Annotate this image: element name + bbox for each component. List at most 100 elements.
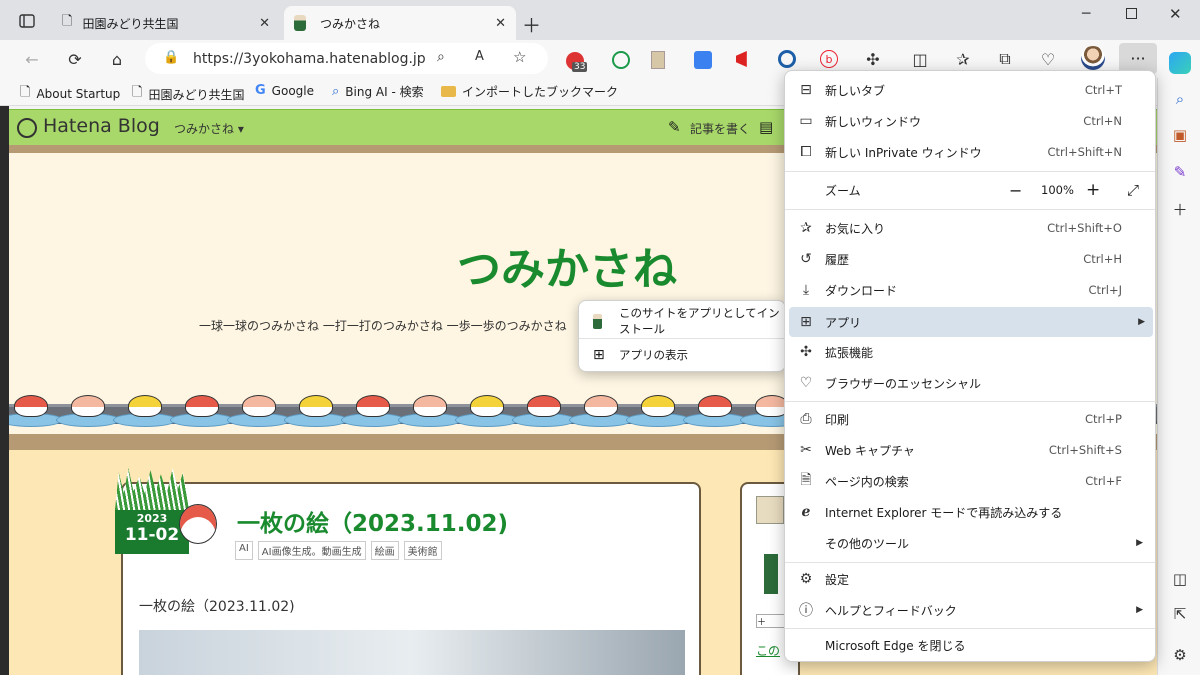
zoom-value: 100% [1041,183,1074,197]
search-icon: ⌕ [332,84,340,99]
menu-help-feedback[interactable]: ⓘ ヘルプとフィードバック ▶ [785,595,1155,625]
bookmark-item[interactable]: 🗋 田園みどり共生国 [132,83,244,105]
menu-history[interactable]: ↺ 履歴 Ctrl+H [785,244,1155,274]
bookmark-item[interactable]: インポートしたブックマーク [441,83,618,100]
tab-2[interactable]: つみかさね ✕ [284,6,516,40]
menu-apps[interactable]: ⊞ アプリ ▶ [789,307,1153,337]
close-icon[interactable]: ✕ [259,16,270,31]
menu-ie-mode[interactable]: ℯ Internet Explorer モードで再読み込みする [785,497,1155,527]
tag[interactable]: AI画像生成。動画生成 [257,541,366,560]
find-icon: 🗎 [800,472,812,488]
zoom-icon[interactable]: ⌕ [437,49,445,65]
close-window-button[interactable]: ✕ [1169,5,1182,23]
fullscreen-icon[interactable]: ⤢ [1127,181,1139,199]
menu-new-window[interactable]: ▭ 新しいウィンドウ Ctrl+N [785,106,1155,136]
menu-browser-essentials[interactable]: ♡ ブラウザーのエッセンシャル [785,368,1155,398]
tools-icon[interactable]: ▣ [1169,124,1191,146]
menu-new-inprivate[interactable]: ⧠ 新しい InPrivate ウィンドウ Ctrl+Shift+N [785,137,1155,167]
menu-find-on-page[interactable]: 🗎 ページ内の検索 Ctrl+F [785,466,1155,496]
menu-extensions[interactable]: ✣ 拡張機能 [785,337,1155,367]
sushi-piece [356,395,390,417]
menu-divider [785,209,1155,210]
essentials-icon: ♡ [799,375,813,391]
hatena-logo[interactable]: Hatena Blog [43,115,160,137]
view-apps[interactable]: ⊞ アプリの表示 [579,339,785,371]
add-icon[interactable]: ＋ [1169,198,1191,220]
extension-icon-2[interactable] [612,51,630,69]
help-icon: ⓘ [799,603,813,619]
chevron-right-icon: ▶ [1136,538,1143,548]
blog-menu[interactable]: つみかさね ▾ [174,120,244,137]
menu-zoom: ズーム − 100% + ⤢ [825,180,1140,200]
bookmark-item[interactable]: G Google [255,83,314,98]
profile-avatar [756,496,784,524]
hide-sidebar-icon[interactable]: ◫ [1169,568,1191,590]
new-tab-button[interactable]: ＋ [522,11,541,38]
sushi-piece [71,395,105,417]
bing-extension-icon[interactable]: b [820,50,838,68]
tag[interactable]: 美術館 [403,541,442,560]
ie-icon: ℯ [801,504,811,520]
profile-avatar[interactable] [1081,46,1105,70]
minimize-button[interactable]: ─ [1082,6,1090,22]
refresh-button[interactable]: ⟳ [60,44,90,74]
copilot-icon[interactable] [1169,52,1191,74]
menu-close-edge[interactable]: Microsoft Edge を閉じる [785,630,1155,660]
chevron-right-icon: ▶ [1138,317,1145,327]
url-text: https://3yokohama.hatenablog.jp [193,50,426,67]
tab-actions-icon [19,14,35,28]
write-article-link[interactable]: 記事を書く [690,120,750,137]
google-icon: G [255,83,266,98]
apps-icon: ⊞ [593,347,605,363]
extension-icon-6[interactable] [778,50,796,68]
apps-submenu: このサイトをアプリとしてインストール ⊞ アプリの表示 [578,300,786,372]
folder-icon [441,86,456,97]
post-title[interactable]: 一枚の絵（2023.11.02) [237,504,508,538]
search-icon[interactable]: ⌕ [1169,88,1191,110]
menu-settings[interactable]: ⚙ 設定 [785,564,1155,594]
favorite-star-icon[interactable]: ☆ [513,48,526,66]
home-button[interactable]: ⌂ [102,44,132,74]
settings-icon: ⚙ [799,571,813,587]
translate-extension-icon[interactable] [694,51,712,69]
maximize-button[interactable] [1126,8,1137,19]
manage-icon[interactable]: ▤ [759,118,773,136]
bookmark-item[interactable]: 🗋 About Startup [20,83,120,105]
settings-icon[interactable]: ⚙ [1169,644,1191,666]
menu-downloads[interactable]: ⤓ ダウンロード Ctrl+J [785,275,1155,305]
office-icon[interactable]: ✎ [1169,161,1191,183]
external-link-icon[interactable]: ⇱ [1169,603,1191,625]
profile-link[interactable]: この [756,642,780,659]
sushi-piece [185,395,219,417]
close-icon[interactable]: ✕ [495,16,506,31]
site-favicon [593,313,602,329]
menu-new-tab[interactable]: ⊟ 新しいタブ Ctrl+T [785,75,1155,105]
sushi-mascot [179,504,217,544]
page-icon: 🗋 [132,85,143,100]
tab-1[interactable]: 🗋 田園みどり共生国 ✕ [52,6,280,40]
menu-divider [785,628,1155,629]
extension-icon-3[interactable] [651,51,665,69]
read-aloud-icon[interactable]: A [475,49,484,64]
blog-title[interactable]: つみかさね [457,233,677,297]
menu-web-capture[interactable]: ✂ Web キャプチャ Ctrl+Shift+S [785,435,1155,465]
favorites-icon: ✰ [800,220,812,236]
back-button[interactable]: ← [17,44,47,74]
tab-actions-button[interactable] [14,9,40,33]
post-date-badge: 2023 11-02 [115,508,189,554]
sushi-piece [413,395,447,417]
menu-print[interactable]: ⎙ 印刷 Ctrl+P [785,404,1155,434]
address-bar[interactable]: 🔒 https://3yokohama.hatenablog.jp ⌕ A ☆ [145,43,548,74]
bookmark-item[interactable]: ⌕ Bing AI - 検索 [332,83,424,100]
tag[interactable]: AI [235,541,253,560]
menu-more-tools[interactable]: その他のツール ▶ [785,528,1155,558]
avatar-favicon [294,15,306,31]
megaphone-extension-icon[interactable] [736,51,747,67]
post-date: 11-02 [124,525,180,545]
menu-divider [785,171,1155,172]
menu-favorites[interactable]: ✰ お気に入り Ctrl+Shift+O [785,213,1155,243]
tag[interactable]: 絵画 [370,541,399,560]
zoom-in-button[interactable]: + [1086,180,1100,200]
zoom-out-button[interactable]: − [1009,181,1022,200]
install-site-as-app[interactable]: このサイトをアプリとしてインストール [579,305,785,337]
